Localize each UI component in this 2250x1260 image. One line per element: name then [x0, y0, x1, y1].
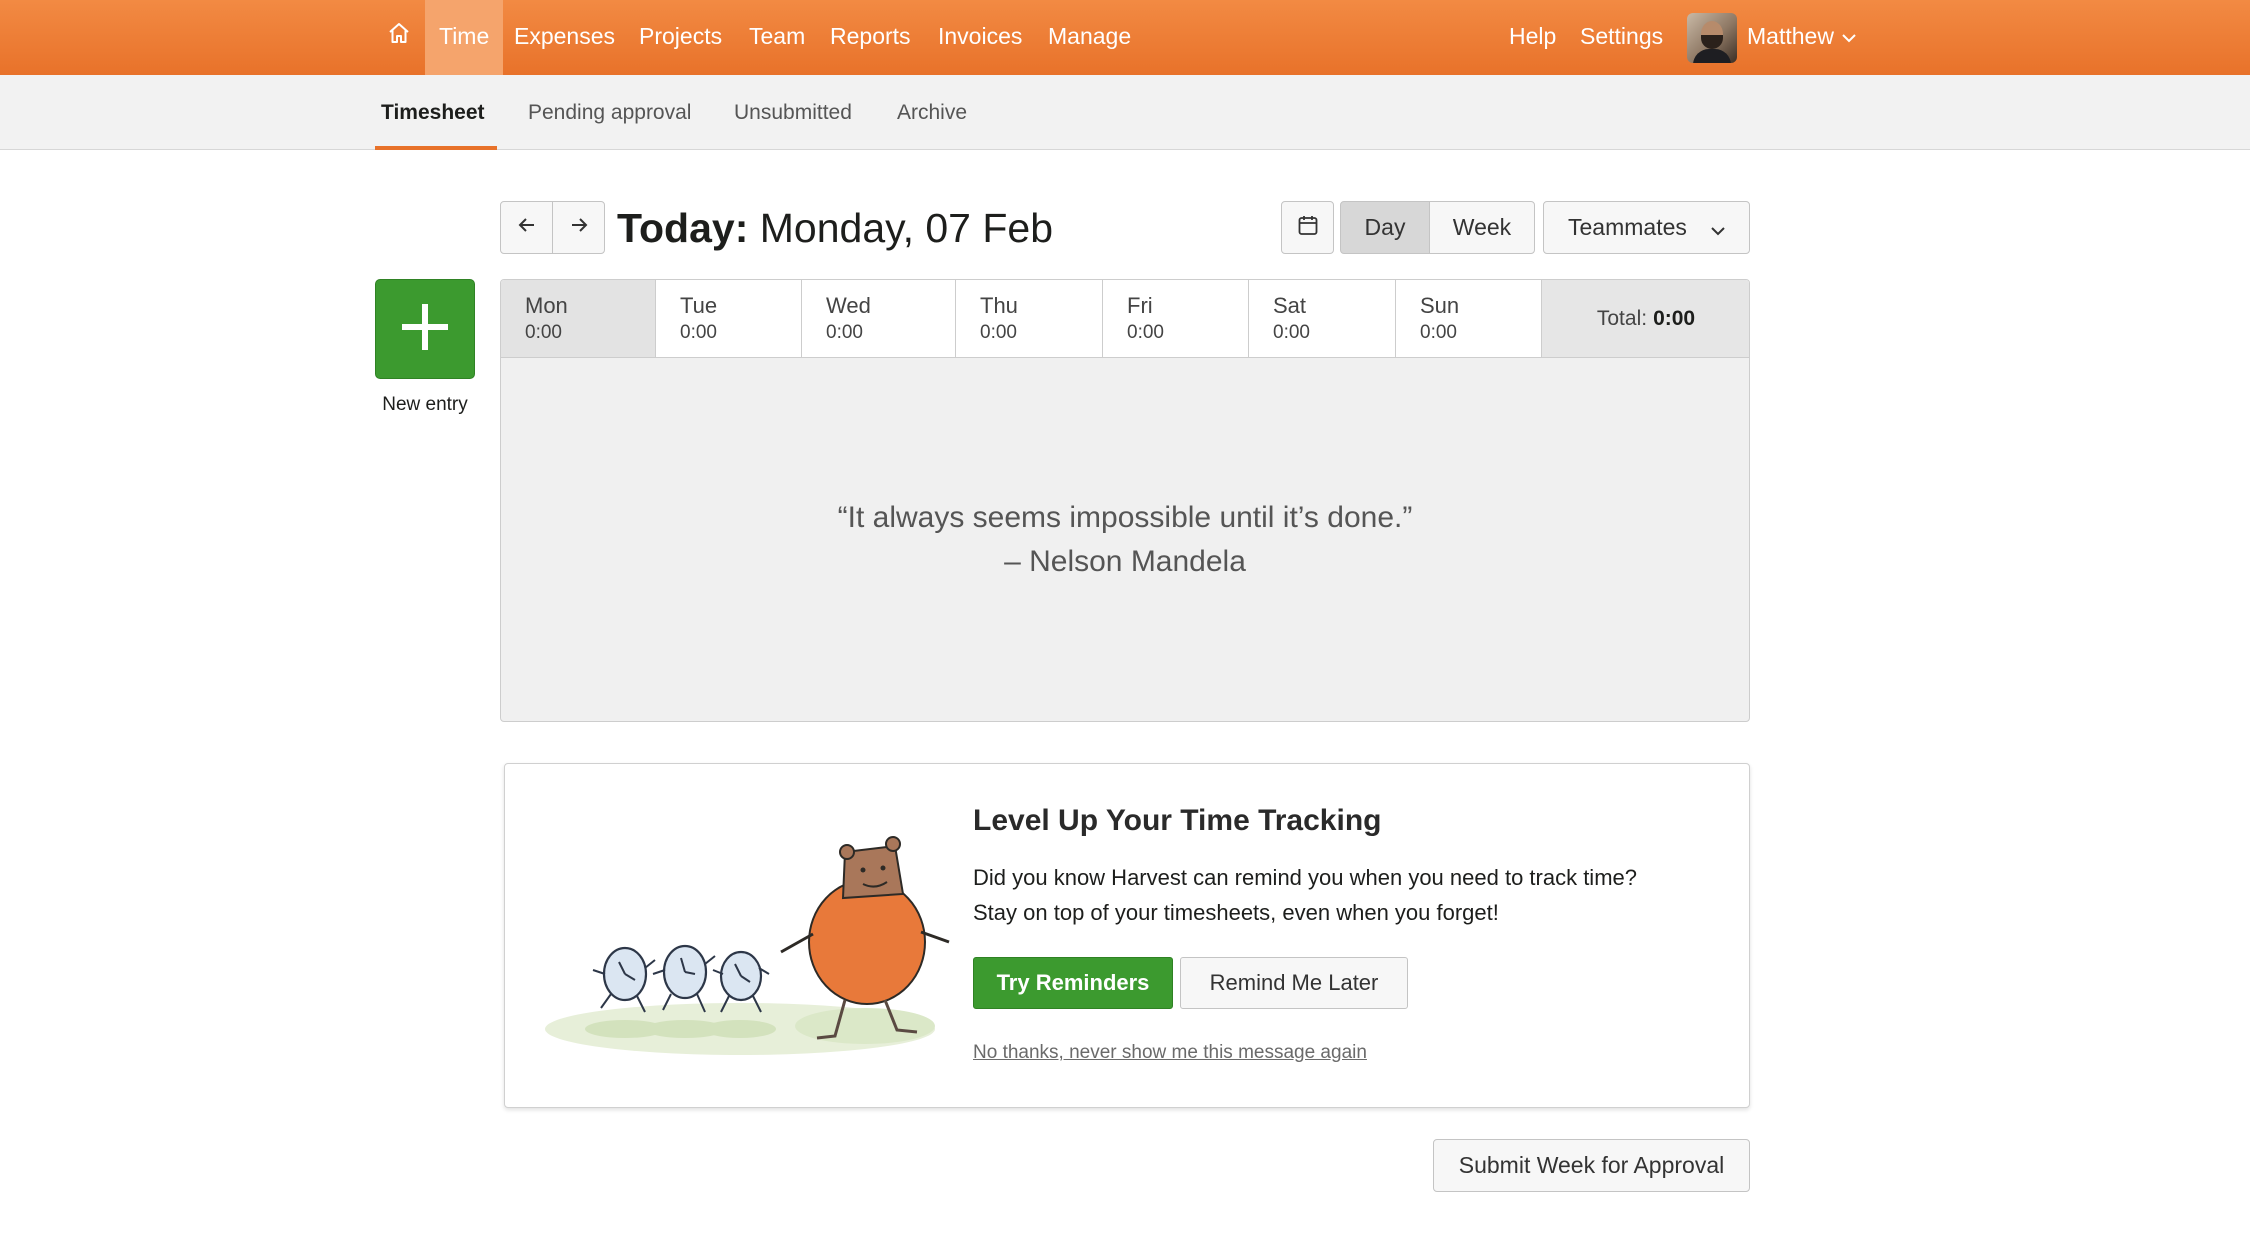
prev-day-button[interactable]	[500, 201, 553, 254]
tab-archive[interactable]: Archive	[897, 75, 967, 150]
avatar[interactable]	[1687, 13, 1737, 63]
nav-help[interactable]: Help	[1509, 0, 1556, 75]
dismiss-promo-link[interactable]: No thanks, never show me this message ag…	[973, 1042, 1367, 1064]
new-entry-button[interactable]	[375, 279, 475, 379]
day-hours: 0:00	[1273, 322, 1310, 343]
nav-settings[interactable]: Settings	[1580, 0, 1663, 75]
new-entry-label: New entry	[382, 394, 468, 415]
day-hours: 0:00	[1420, 322, 1457, 343]
current-date: Monday, 07 Feb	[759, 205, 1054, 251]
nav-reports[interactable]: Reports	[830, 0, 911, 75]
day-name: Tue	[680, 293, 718, 318]
promo-title: Level Up Your Time Tracking	[973, 804, 1382, 837]
next-day-button[interactable]	[552, 201, 605, 254]
calendar-icon	[1297, 214, 1319, 242]
remind-me-later-button[interactable]: Remind Me Later	[1180, 957, 1408, 1009]
day-fri[interactable]: Fri 0:00	[1103, 280, 1249, 357]
quote-text: “It always seems impossible until it’s d…	[837, 501, 1413, 534]
view-week-button[interactable]: Week	[1429, 201, 1535, 254]
arrow-right-icon	[568, 214, 590, 242]
day-sun[interactable]: Sun 0:00	[1396, 280, 1542, 357]
plus-icon	[398, 300, 452, 359]
promo-body-line: Did you know Harvest can remind you when…	[973, 865, 1637, 890]
day-row: Mon 0:00 Tue 0:00 Wed 0:00 Thu 0:00 Fri …	[501, 280, 1749, 358]
arrow-left-icon	[516, 214, 538, 242]
day-name: Sat	[1273, 293, 1307, 318]
day-tue[interactable]: Tue 0:00	[656, 280, 802, 357]
day-mon[interactable]: Mon 0:00	[501, 280, 656, 357]
try-reminders-button[interactable]: Try Reminders	[973, 957, 1173, 1009]
promo-body: Did you know Harvest can remind you when…	[973, 860, 1637, 930]
nav-invoices[interactable]: Invoices	[938, 0, 1022, 75]
page-title: Today: Monday, 07 Feb	[617, 200, 1053, 256]
tab-pending-approval[interactable]: Pending approval	[528, 75, 691, 150]
chevron-down-icon	[1709, 219, 1727, 246]
view-day-button[interactable]: Day	[1340, 201, 1430, 254]
today-label: Today:	[617, 205, 749, 251]
submit-week-button[interactable]: Submit Week for Approval	[1433, 1139, 1750, 1192]
nav-expenses[interactable]: Expenses	[514, 0, 615, 75]
day-name: Mon	[525, 293, 568, 318]
total-label: Total:	[1596, 306, 1648, 330]
day-thu[interactable]: Thu 0:00	[956, 280, 1103, 357]
promo-body-line: Stay on top of your timesheets, even whe…	[973, 900, 1499, 925]
day-hours: 0:00	[680, 322, 717, 343]
user-menu-name[interactable]: Matthew	[1747, 0, 1834, 75]
day-hours: 0:00	[1127, 322, 1164, 343]
clocks-and-bear-illustration	[545, 836, 950, 1055]
reminders-promo: Level Up Your Time Tracking Did you know…	[504, 763, 1750, 1108]
calendar-button[interactable]	[1281, 201, 1334, 254]
day-name: Thu	[980, 293, 1018, 318]
day-wed[interactable]: Wed 0:00	[802, 280, 956, 357]
tab-unsubmitted[interactable]: Unsubmitted	[734, 75, 852, 150]
nav-team[interactable]: Team	[749, 0, 805, 75]
active-tab-indicator	[375, 146, 497, 150]
chevron-down-icon[interactable]	[1840, 29, 1858, 52]
home-icon	[387, 1, 411, 74]
day-sat[interactable]: Sat 0:00	[1249, 280, 1396, 357]
day-name: Sun	[1420, 293, 1460, 318]
day-hours: 0:00	[826, 322, 863, 343]
tab-timesheet[interactable]: Timesheet	[381, 75, 485, 150]
nav-manage[interactable]: Manage	[1048, 0, 1131, 75]
total-value: 0:00	[1653, 306, 1696, 330]
teammates-dropdown[interactable]: Teammates	[1543, 201, 1750, 254]
week-panel: Mon 0:00 Tue 0:00 Wed 0:00 Thu 0:00 Fri …	[500, 279, 1750, 722]
sub-nav: Timesheet Pending approval Unsubmitted A…	[0, 75, 2250, 150]
nav-time[interactable]: Time	[425, 0, 504, 75]
top-nav: Time Expenses Projects Team Reports Invo…	[0, 0, 2250, 75]
home-link[interactable]	[373, 0, 425, 75]
nav-projects[interactable]: Projects	[639, 0, 722, 75]
day-hours: 0:00	[980, 322, 1017, 343]
quote-author: – Nelson Mandela	[1004, 545, 1246, 578]
day-name: Wed	[826, 293, 871, 318]
day-name: Fri	[1127, 293, 1153, 318]
teammates-label: Teammates	[1568, 214, 1687, 240]
week-total: Total: 0:00	[1542, 280, 1749, 357]
empty-state-quote: “It always seems impossible until it’s d…	[501, 496, 1749, 584]
day-hours: 0:00	[525, 322, 562, 343]
